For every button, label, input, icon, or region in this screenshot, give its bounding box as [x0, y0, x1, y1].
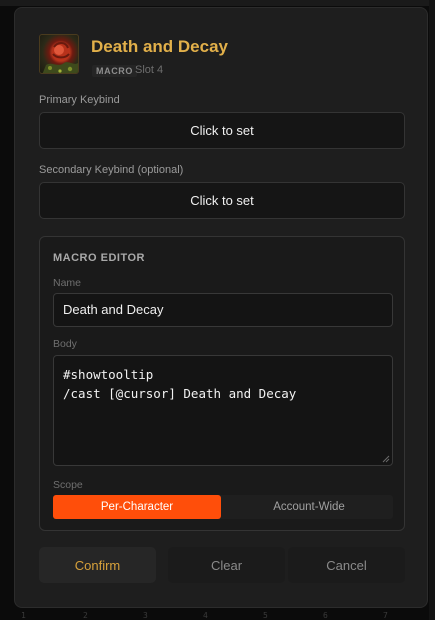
- macro-editor-heading: MACRO EDITOR: [53, 252, 145, 264]
- background-slot-number: 6: [323, 611, 328, 620]
- secondary-keybind-button[interactable]: Click to set: [39, 182, 405, 219]
- dialog-header: Death and Decay MACRO Slot 4: [39, 34, 419, 84]
- clear-button[interactable]: Clear: [168, 547, 285, 583]
- confirm-button[interactable]: Confirm: [39, 547, 156, 583]
- macro-name-input[interactable]: Death and Decay: [53, 293, 393, 327]
- scope-per-character-option[interactable]: Per-Character: [53, 495, 221, 519]
- background-slot-number: 5: [263, 611, 268, 620]
- primary-keybind-label: Primary Keybind: [39, 94, 120, 106]
- background-slot-numbers: 1 2 3 4 5 6 7: [0, 608, 435, 620]
- background-slot-number: 4: [203, 611, 208, 620]
- resize-grip-icon[interactable]: [381, 454, 390, 463]
- primary-keybind-value: Click to set: [190, 123, 254, 138]
- background-slot-number: 7: [383, 611, 388, 620]
- scope-label: Scope: [53, 479, 83, 491]
- macro-type-badge: MACRO: [92, 65, 137, 77]
- body-label: Body: [53, 338, 77, 350]
- background-slot-number: 3: [143, 611, 148, 620]
- background-slot-number: 1: [21, 611, 26, 620]
- secondary-keybind-label: Secondary Keybind (optional): [39, 164, 184, 176]
- slot-label: Slot 4: [135, 64, 164, 76]
- background-side-panel: [429, 0, 435, 620]
- background-action-bar: [0, 0, 435, 6]
- secondary-keybind-value: Click to set: [190, 193, 254, 208]
- cancel-button[interactable]: Cancel: [288, 547, 405, 583]
- name-label: Name: [53, 277, 82, 289]
- macro-body-text: #showtooltip /cast [@cursor] Death and D…: [63, 367, 297, 401]
- death-and-decay-spell-icon: [39, 34, 79, 74]
- scope-account-wide-option[interactable]: Account-Wide: [225, 495, 393, 519]
- scope-toggle: Per-Character Account-Wide: [53, 495, 393, 519]
- macro-body-textarea[interactable]: #showtooltip /cast [@cursor] Death and D…: [53, 355, 393, 466]
- macro-editor-panel: MACRO EDITOR Name Death and Decay Body #…: [39, 236, 405, 531]
- keybind-macro-dialog: Death and Decay MACRO Slot 4 Primary Key…: [14, 7, 428, 608]
- primary-keybind-button[interactable]: Click to set: [39, 112, 405, 149]
- background-slot-number: 2: [83, 611, 88, 620]
- dialog-title: Death and Decay: [91, 37, 228, 56]
